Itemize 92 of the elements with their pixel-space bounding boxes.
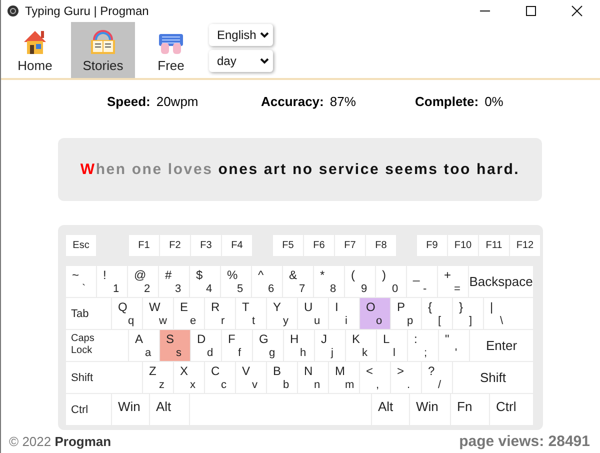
chevron-down-icon — [260, 32, 269, 38]
keyboard-key: F4 — [222, 235, 252, 256]
stat-label: Complete: — [415, 94, 479, 111]
keyboard-key: R r — [205, 298, 235, 329]
keyboard-key: } ] — [453, 298, 483, 329]
keyboard-key: X x — [174, 362, 204, 393]
keyboard-key: # 3 — [159, 266, 189, 297]
keyboard-key: J j — [315, 330, 345, 361]
keyboard-key: C c — [205, 362, 235, 393]
keyboard-key: E e — [174, 298, 204, 329]
keyboard-key: F10 — [448, 235, 478, 256]
keyboard-key: F2 — [160, 235, 190, 256]
keyboard-key: F7 — [335, 235, 365, 256]
keyboard-key: Z z — [143, 362, 173, 393]
keyboard-key: F9 — [417, 235, 447, 256]
keyboard-key: P p — [391, 298, 421, 329]
dropdown[interactable]: day — [209, 50, 273, 72]
keyboard-key: ( 9 — [345, 266, 375, 297]
stat-value: 0% — [484, 94, 504, 111]
keyboard-key: + = — [438, 266, 468, 297]
dropdown[interactable]: English — [209, 24, 273, 46]
keyboard-key: Tab — [66, 298, 111, 329]
keyboard-key: Esc — [66, 235, 96, 256]
keyboard-key: I i — [329, 298, 359, 329]
keyboard-key: U u — [298, 298, 328, 329]
keyboard-key: ! 1 — [97, 266, 127, 297]
keyboard-key: : ; — [408, 330, 438, 361]
keyboard-key: Shift — [453, 362, 533, 393]
keyboard-key: $ 4 — [190, 266, 220, 297]
keyboard-key: > . — [391, 362, 421, 393]
keyboard-key: & 7 — [283, 266, 313, 297]
keyboard-key: K k — [346, 330, 376, 361]
keyboard-key: Q q — [112, 298, 142, 329]
practice-sentence: When one loves ones art no service seems too hard. — [80, 160, 520, 180]
keyboard-key: ^ 6 — [252, 266, 282, 297]
keyboard-key: Ctrl — [490, 394, 533, 425]
keyboard-key: O o — [360, 298, 390, 329]
keyboard-key: Fn — [451, 394, 489, 425]
keyboard-key: ) 0 — [376, 266, 406, 297]
keyboard-key: _ - — [407, 266, 437, 297]
keyboard-key: F3 — [191, 235, 221, 256]
keyboard-key: W w — [143, 298, 173, 329]
keyboard-key: Y y — [267, 298, 297, 329]
nav-tab[interactable]: Stories — [71, 22, 135, 78]
keyboard-key: L l — [377, 330, 407, 361]
keyboard-key: Caps Lock — [66, 330, 128, 361]
keyboard-key: F5 — [273, 235, 303, 256]
keyboard-key: S s — [160, 330, 190, 361]
window-title: Typing Guru | Progman — [25, 4, 150, 18]
keyboard-key: Enter — [470, 330, 533, 361]
book-icon — [88, 28, 118, 56]
keyboard-key: F11 — [479, 235, 509, 256]
stat-value: 87% — [330, 94, 356, 111]
copyright-text: © 2022 Progman — [9, 434, 112, 449]
keyboard-key: Win — [410, 394, 450, 425]
stat-value: 20wpm — [156, 94, 198, 111]
stat-label: Speed: — [107, 94, 150, 111]
keyboard-key: G g — [253, 330, 283, 361]
keyboard-key: | \ — [484, 298, 533, 329]
keyboard-key: A a — [129, 330, 159, 361]
nav-tab[interactable]: Home — [7, 22, 63, 78]
keyboard-key: < , — [360, 362, 390, 393]
keyboard-key: F8 — [366, 235, 396, 256]
keyboard-key: Shift — [66, 362, 142, 393]
keyboard-key: F6 — [304, 235, 334, 256]
keyboard-key: F1 — [129, 235, 159, 256]
keyboard-key: M m — [329, 362, 359, 393]
keyboard-key: F f — [222, 330, 252, 361]
keyboard-key: ? / — [422, 362, 452, 393]
keyboard-key: Win — [112, 394, 149, 425]
keyboard-key: " ' — [439, 330, 469, 361]
stat-label: Accuracy: — [261, 94, 324, 111]
page-views-text: page views: 28491 — [459, 433, 590, 450]
keyboard-key: F12 — [510, 235, 540, 256]
keyboard-key: { [ — [422, 298, 452, 329]
keyboard-key: T t — [236, 298, 266, 329]
keyboard-key: ~ ` — [66, 266, 96, 297]
keyboard-key: H h — [284, 330, 314, 361]
keyboard-key: Alt — [372, 394, 409, 425]
keyboard-key: @ 2 — [128, 266, 158, 297]
chevron-down-icon — [260, 58, 269, 64]
nav-tab[interactable]: Free — [143, 22, 199, 78]
keyboard-key: Alt — [150, 394, 189, 425]
keyboard-key: D d — [191, 330, 221, 361]
app-logo-icon — [7, 5, 19, 17]
keyboard-key: N n — [298, 362, 328, 393]
keyboard-key: * 8 — [314, 266, 344, 297]
keyboard-key: % 5 — [221, 266, 251, 297]
keyboard-key: Ctrl — [66, 394, 111, 425]
keyboard-key: Backspace — [469, 266, 533, 297]
keyboard-key: B b — [267, 362, 297, 393]
keyboard-key: V v — [236, 362, 266, 393]
